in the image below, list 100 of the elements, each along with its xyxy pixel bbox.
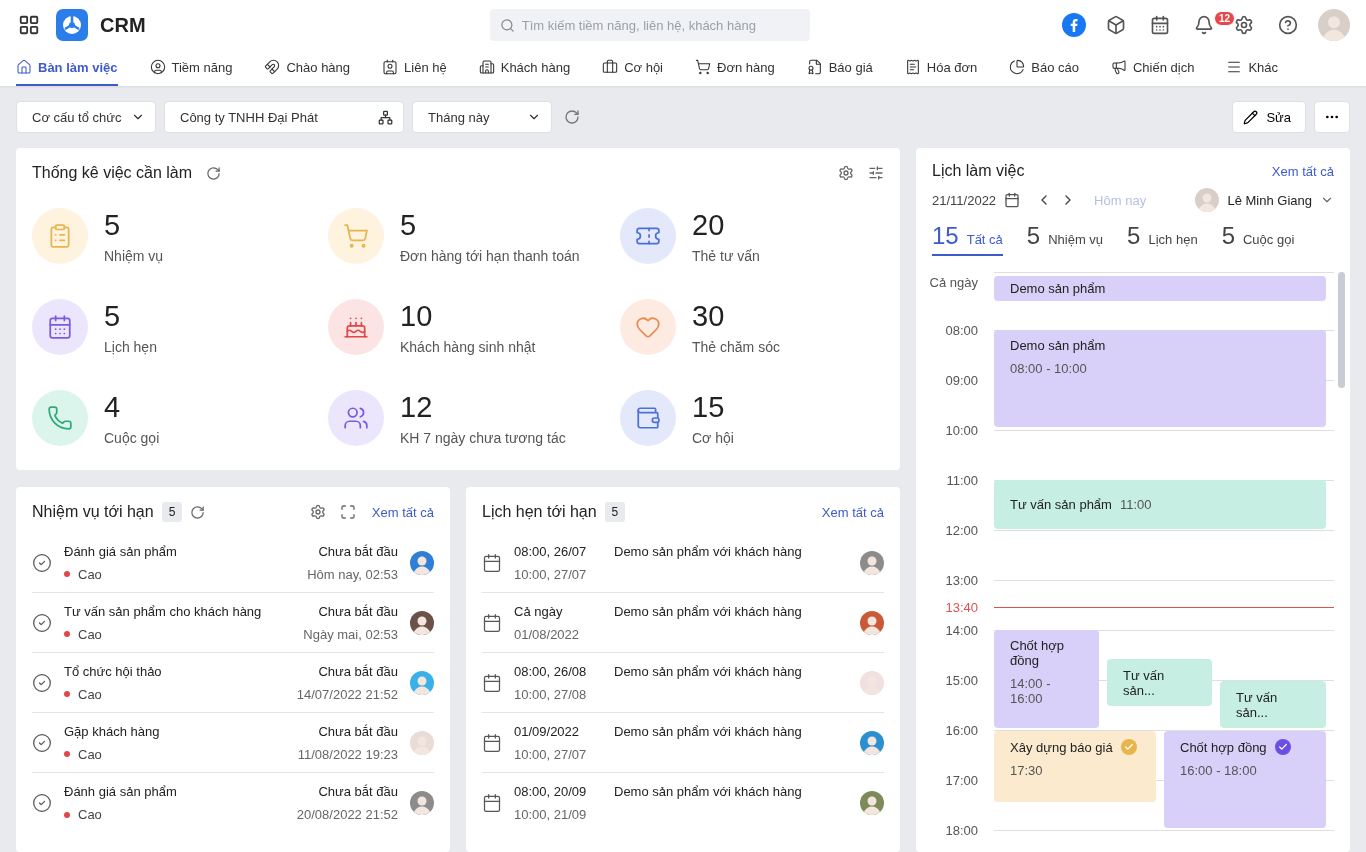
nav-tab[interactable]: Hóa đơn <box>904 50 978 86</box>
pencil-icon <box>1243 109 1259 125</box>
calendar-event[interactable]: Tư vấn sản... <box>1220 681 1326 728</box>
card-title: Lịch làm việc <box>932 162 1025 180</box>
nav-tab[interactable]: Cơ hội <box>602 50 663 86</box>
sliders-icon[interactable] <box>868 165 884 181</box>
facebook-icon[interactable] <box>1062 13 1086 37</box>
view-all-link[interactable]: Xem tất cả <box>371 504 434 520</box>
phone-icon <box>47 405 73 431</box>
appointment-title: Demo sản phẩm với khách hàng <box>614 784 802 799</box>
check-circle-icon[interactable] <box>32 552 52 573</box>
check-circle-icon[interactable] <box>32 793 52 813</box>
event-title: Tư vấn sản... <box>1236 689 1279 720</box>
avatar <box>410 670 434 695</box>
appointment-start: 08:00, 26/08 <box>514 663 588 679</box>
time-label: 08:00 <box>944 322 978 338</box>
nav-tab[interactable]: Báo giá <box>806 50 873 86</box>
megaphone-icon <box>1110 59 1127 75</box>
search-field[interactable]: Tìm kiếm tiềm năng, liên hệ, khách hàng <box>489 9 810 41</box>
wallet-icon <box>635 405 661 431</box>
users-icon <box>343 405 369 431</box>
calendar-icon <box>482 732 502 753</box>
view-all-link[interactable]: Xem tất cả <box>821 504 884 520</box>
calendar-event[interactable]: Tư vấn sản... <box>1107 659 1212 706</box>
nav-tab[interactable]: Bàn làm việc <box>16 50 118 86</box>
time-label: 10:00 <box>944 422 978 438</box>
appointment-end: 10:00, 21/09 <box>514 807 588 822</box>
stat-value: 5 <box>104 208 122 242</box>
event-title: Chốt hợp đồng <box>1180 739 1267 755</box>
task-due: 11/08/2022 19:23 <box>297 746 398 762</box>
calendar-icon[interactable] <box>1004 192 1021 208</box>
settings-icon[interactable] <box>838 165 854 181</box>
check-circle-icon[interactable] <box>32 732 52 753</box>
calendar-event[interactable]: Chốt hợp đồng 14:00 - 16:00 <box>994 630 1099 728</box>
avatar <box>1318 9 1350 41</box>
event-title: Chốt hợp đồng <box>1010 638 1066 668</box>
event-time: 16:00 - 18:00 <box>1180 763 1257 778</box>
avatar <box>860 730 884 755</box>
nav-tab[interactable]: Tiềm năng <box>149 50 233 86</box>
nav-tab[interactable]: Khác <box>1226 50 1278 86</box>
user-select[interactable]: Lê Minh Giang <box>1195 188 1334 212</box>
calendar-event[interactable]: Demo sản phẩm 08:00 - 10:00 <box>994 330 1326 427</box>
nav-tab[interactable]: Đơn hàng <box>695 50 775 86</box>
event-title: Demo sản phẩm <box>1010 281 1106 296</box>
edit-button[interactable]: Sửa <box>1232 101 1306 133</box>
magnet-icon <box>264 59 281 75</box>
schedule-tab[interactable]: 5 Nhiệm vụ <box>1026 222 1104 256</box>
schedule-tab[interactable]: 5 Lịch hẹn <box>1127 222 1198 256</box>
building-icon <box>478 59 495 75</box>
refresh-icon[interactable] <box>206 165 222 181</box>
event-time: 14:00 - 16:00 <box>1010 676 1052 706</box>
scrollbar[interactable] <box>1338 272 1345 388</box>
notification-count: 12 <box>1214 11 1236 26</box>
calendar-event[interactable]: Demo sản phẩm <box>994 276 1326 301</box>
avatar <box>410 730 434 755</box>
card-title: Nhiệm vụ tới hạn <box>32 503 154 521</box>
nav-tab[interactable]: Chiến dịch <box>1110 50 1195 86</box>
search-icon <box>499 18 515 33</box>
calendar-event[interactable]: Chốt hợp đồng 16:00 - 18:00 <box>1164 731 1326 828</box>
stat-label: Thẻ tư vấn <box>692 247 760 264</box>
stat-value: 15 <box>692 390 726 424</box>
check-circle-icon[interactable] <box>32 612 52 633</box>
company-select[interactable]: Công ty TNHH Đại Phát <box>164 101 404 133</box>
view-all-link[interactable]: Xem tất cả <box>1271 163 1334 179</box>
schedule-tab[interactable]: 15 Tất cả <box>932 222 1003 256</box>
check-circle-icon[interactable] <box>32 672 52 693</box>
pie-chart-icon <box>1009 59 1026 75</box>
appointment-title: Demo sản phẩm với khách hàng <box>614 723 802 739</box>
refresh-icon[interactable] <box>190 504 206 520</box>
event-title: Tư vấn sản... <box>1123 667 1166 698</box>
period-select[interactable]: Tháng này <box>412 101 552 133</box>
nav-tab[interactable]: Liên hệ <box>382 50 447 86</box>
expand-icon[interactable] <box>339 504 356 520</box>
count-badge: 5 <box>604 502 626 522</box>
event-time: 17:30 <box>1010 763 1043 778</box>
calendar-icon <box>482 672 502 693</box>
appointment-start: 01/09/2022 <box>514 723 581 739</box>
cart-icon <box>695 59 711 75</box>
person-icon <box>149 59 166 75</box>
calendar-event[interactable]: Xây dựng báo giá 17:30 <box>994 731 1156 802</box>
nav-tab[interactable]: Báo cáo <box>1009 50 1079 86</box>
stat-value: 4 <box>104 390 122 424</box>
settings-icon[interactable] <box>309 504 326 520</box>
nav-tab[interactable]: Chào hàng <box>264 50 351 86</box>
calendar-icon <box>482 793 502 813</box>
time-label: 14:00 <box>944 622 978 638</box>
appointment-start: 08:00, 26/07 <box>514 543 588 559</box>
stat-value: 5 <box>400 208 418 242</box>
bell-icon[interactable] <box>1194 15 1214 35</box>
schedule-tab[interactable]: 5 Cuộc gọi <box>1221 222 1295 256</box>
nav-tab[interactable]: Khách hàng <box>478 50 571 86</box>
avatar <box>1195 188 1220 212</box>
calendar-event[interactable]: Tư vấn sản phẩm 11:00 <box>994 480 1326 529</box>
task-status: Chưa bắt đầu <box>318 543 398 559</box>
event-title: Xây dựng báo giá <box>1010 739 1113 755</box>
contact-card-icon <box>382 59 399 75</box>
task-due: 14/07/2022 21:52 <box>296 686 398 702</box>
apps-grid-icon[interactable] <box>18 14 40 36</box>
heart-icon <box>635 314 661 340</box>
org-structure-select[interactable]: Cơ cấu tổ chức <box>16 101 156 133</box>
